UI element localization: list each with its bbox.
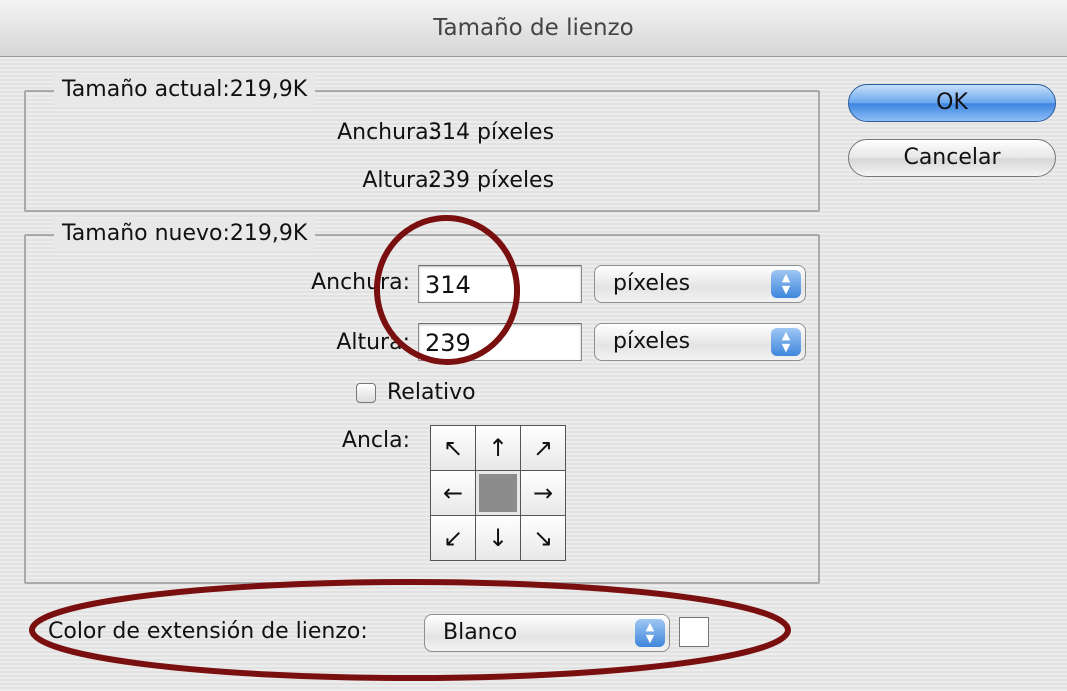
extension-color-swatch[interactable] — [679, 617, 709, 647]
new-height-input[interactable]: 239 — [418, 323, 582, 361]
current-size-group: Tamaño actual:219,9K Anchura: 314 píxele… — [24, 74, 820, 212]
extension-color-value: Blanco — [443, 620, 518, 645]
select-stepper-icon: ▲ ▼ — [771, 328, 801, 356]
anchor-top-left-arrow-icon[interactable]: ↖ — [431, 426, 475, 470]
new-height-unit-select[interactable]: píxeles ▲ ▼ — [594, 323, 806, 361]
anchor-bottom-right-arrow-icon[interactable]: ↘ — [521, 516, 565, 560]
new-width-label: Anchura: — [311, 270, 410, 295]
anchor-label: Ancla: — [341, 428, 410, 453]
anchor-grid[interactable]: ↖ ↑ ↗ ← → ↙ ↓ ↘ — [430, 425, 566, 561]
extension-color-select[interactable]: Blanco ▲ ▼ — [424, 614, 670, 652]
current-size-legend: Tamaño actual:219,9K — [54, 74, 316, 106]
anchor-bottom-arrow-icon[interactable]: ↓ — [476, 516, 520, 560]
anchor-top-arrow-icon[interactable]: ↑ — [476, 426, 520, 470]
anchor-left-arrow-icon[interactable]: ← — [431, 471, 475, 515]
select-stepper-icon: ▲ ▼ — [771, 270, 801, 298]
new-height-unit-value: píxeles — [613, 329, 691, 354]
relative-label[interactable]: Relativo — [387, 380, 476, 405]
cancel-button[interactable]: Cancelar — [848, 139, 1056, 177]
anchor-top-right-arrow-icon[interactable]: ↗ — [521, 426, 565, 470]
current-width-label: Anchura: — [337, 120, 436, 145]
new-width-unit-value: píxeles — [613, 271, 691, 296]
anchor-right-arrow-icon[interactable]: → — [521, 471, 565, 515]
window-title: Tamaño de lienzo — [433, 15, 634, 41]
extension-color-label: Color de extensión de lienzo: — [48, 619, 368, 644]
relative-checkbox[interactable] — [356, 383, 376, 403]
current-width-value: 314 píxeles — [428, 120, 555, 145]
window-title-bar: Tamaño de lienzo — [0, 0, 1067, 57]
select-stepper-icon: ▲ ▼ — [635, 619, 665, 647]
new-height-label: Altura: — [336, 330, 410, 355]
ok-button[interactable]: OK — [848, 84, 1056, 122]
current-height-label: Altura: — [362, 168, 436, 193]
anchor-bottom-left-arrow-icon[interactable]: ↙ — [431, 516, 475, 560]
new-width-unit-select[interactable]: píxeles ▲ ▼ — [594, 265, 806, 303]
new-size-legend: Tamaño nuevo:219,9K — [54, 218, 316, 250]
new-width-input[interactable]: 314 — [418, 265, 582, 303]
current-height-value: 239 píxeles — [428, 168, 555, 193]
anchor-center-selected[interactable] — [476, 471, 520, 515]
